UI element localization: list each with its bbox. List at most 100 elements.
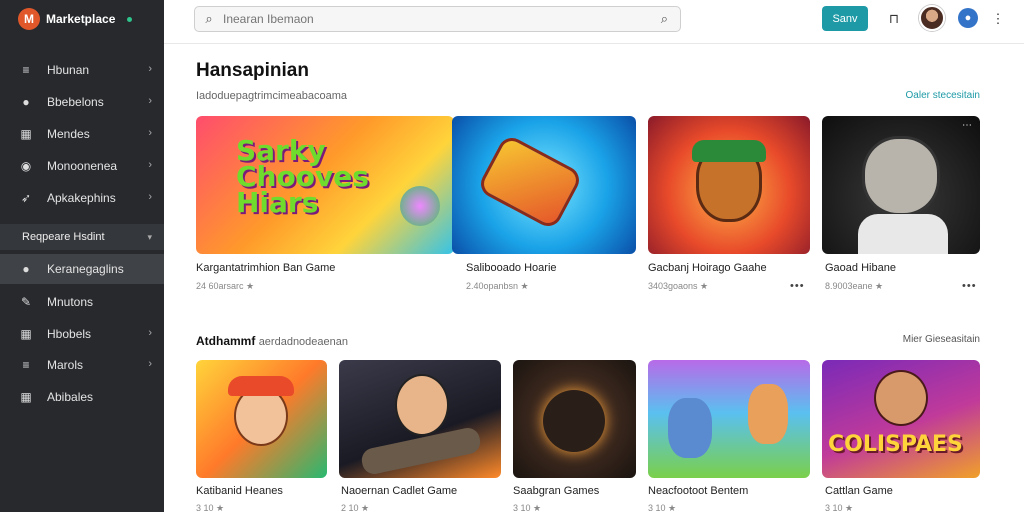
page-subtitle: Iadoduepagtrimcimeabacoama xyxy=(196,90,348,102)
see-all-link[interactable]: Mier Gieseasitain xyxy=(903,334,980,345)
search-input[interactable] xyxy=(223,12,643,26)
sidebar-item-5[interactable]: ➶ Apkakephins › xyxy=(0,183,164,213)
card-meta: 3403goaons ★ xyxy=(648,281,709,291)
card-title[interactable]: Katibanid Heanes xyxy=(196,485,283,497)
game-thumbnail[interactable] xyxy=(513,360,636,478)
card-meta: 8.9003eane ★ xyxy=(825,281,884,291)
card-meta: 2.40opanbsn ★ xyxy=(466,281,529,291)
chevron-right-icon: › xyxy=(148,358,152,370)
hat-decoration xyxy=(692,140,766,162)
thumbnail-title: COLISPAES xyxy=(828,432,963,457)
globe-icon: ◉ xyxy=(20,159,32,173)
sidebar-item-10[interactable]: ▦ Abibales xyxy=(0,382,164,412)
sidebar-item-8[interactable]: ▦ Hbobels › xyxy=(0,319,164,349)
game-thumbnail[interactable] xyxy=(648,360,810,478)
character-decoration xyxy=(395,374,449,436)
chevron-down-icon: ▾ xyxy=(147,231,152,242)
creature-decoration xyxy=(543,390,605,452)
section-title: Atdhammf xyxy=(196,334,256,348)
character-decoration xyxy=(862,136,940,216)
sidebar-item-label: Mendes xyxy=(47,127,90,141)
game-thumbnail[interactable]: Sarky Chooves Hiars xyxy=(196,116,454,254)
card-meta: 3 10 ★ xyxy=(196,503,225,512)
sidebar-item-label: Monoonenea xyxy=(47,159,118,173)
card-title[interactable]: Gacbanj Hoirago Gaahe xyxy=(648,262,767,274)
sidebar-item-2[interactable]: ● Bbebelons › xyxy=(0,87,164,117)
chevron-right-icon: › xyxy=(148,127,152,139)
brand[interactable]: M Marketplace xyxy=(18,8,133,30)
list-icon: ≡ xyxy=(22,63,30,77)
card-title[interactable]: Gaoad Hibane xyxy=(825,262,896,274)
sidebar-section-header[interactable]: Reqpeare Hsdint ▾ xyxy=(0,224,164,250)
sidebar-item-9[interactable]: ≡ Marols › xyxy=(0,350,164,380)
chevron-right-icon: › xyxy=(148,63,152,75)
rocket-icon: ➶ xyxy=(20,191,32,205)
more-options-icon[interactable]: ⋯ xyxy=(962,120,972,131)
game-thumbnail[interactable]: COLISPAES xyxy=(822,360,980,478)
sidebar-item-3[interactable]: ▦ Mendes › xyxy=(0,119,164,149)
topbar: ⌕ ⌕ Sanv ⊓ ● ⋮ xyxy=(164,0,1024,44)
card-meta: 3 10 ★ xyxy=(513,503,542,512)
sidebar-item-4[interactable]: ◉ Monoonenea › xyxy=(0,151,164,181)
card-meta: 3 10 ★ xyxy=(648,503,677,512)
search-icon: ⌕ xyxy=(205,11,213,26)
section-subtitle: aerdadnodeaenan xyxy=(258,336,348,348)
sidebar-item-label: Keranegaglins xyxy=(47,262,124,276)
grid-icon: ▦ xyxy=(20,390,32,404)
page-title: Hansapinian xyxy=(196,60,309,81)
card-title[interactable]: Cattlan Game xyxy=(825,485,893,497)
card-title[interactable]: Salibooado Hoarie xyxy=(466,262,557,274)
watch-decoration xyxy=(476,133,584,231)
bookmark-icon[interactable]: ⊓ xyxy=(884,9,904,29)
cap-decoration xyxy=(228,376,294,396)
app-window: M Marketplace ≡ Hbunan › ● Bbebelons › ▦… xyxy=(0,0,1024,512)
search-submit-icon[interactable]: ⌕ xyxy=(661,11,668,27)
gem-decoration xyxy=(400,186,440,226)
chevron-right-icon: › xyxy=(148,327,152,339)
more-options-icon[interactable]: ••• xyxy=(790,280,805,292)
sidebar-item-label: Marols xyxy=(47,358,84,372)
more-options-icon[interactable]: ••• xyxy=(962,280,977,292)
user-icon[interactable]: ● xyxy=(958,8,978,28)
status-dot-icon xyxy=(127,16,133,22)
game-thumbnail[interactable] xyxy=(452,116,636,254)
sidebar-item-label: Abibales xyxy=(47,390,94,404)
person-icon: ● xyxy=(22,262,30,276)
avatar[interactable] xyxy=(919,5,945,31)
see-all-link[interactable]: Oaler stecesitain xyxy=(906,90,980,101)
card-title[interactable]: Neacfootoot Bentem xyxy=(648,485,748,497)
brand-name: Marketplace xyxy=(46,12,116,26)
sidebar-section-label: Reqpeare Hsdint xyxy=(22,231,105,243)
card-title[interactable]: Saabgran Games xyxy=(513,485,599,497)
sidebar-item-label: Bbebelons xyxy=(47,95,104,109)
search-box[interactable]: ⌕ ⌕ xyxy=(194,6,681,32)
card-meta: 3 10 ★ xyxy=(825,503,854,512)
more-vertical-icon[interactable]: ⋮ xyxy=(988,9,1008,29)
character-decoration xyxy=(748,384,788,444)
sidebar-item-label: Hbobels xyxy=(47,327,92,341)
card-title[interactable]: Kargantatrimhion Ban Game xyxy=(196,262,335,274)
thumbnail-title: Sarky Chooves Hiars xyxy=(236,134,369,219)
card-meta: 2 10 ★ xyxy=(341,503,370,512)
sidebar-item-label: Mnutons xyxy=(47,295,94,309)
sidebar-item-6[interactable]: ● Keranegaglins xyxy=(0,254,164,284)
card-title[interactable]: Naoernan Cadlet Game xyxy=(341,485,457,497)
list-icon: ≡ xyxy=(22,358,30,372)
sidebar-item-label: Hbunan xyxy=(47,63,90,77)
brand-logo-icon: M xyxy=(18,8,40,30)
chevron-right-icon: › xyxy=(148,95,152,107)
chevron-right-icon: › xyxy=(148,159,152,171)
game-thumbnail[interactable]: ⋯ xyxy=(822,116,980,254)
tag-icon: ✎ xyxy=(20,295,32,309)
game-thumbnail[interactable] xyxy=(196,360,327,478)
shirt-decoration xyxy=(858,214,948,254)
section-header: Atdhammf aerdadnodeaenan xyxy=(196,334,348,348)
character-decoration xyxy=(874,370,928,426)
grid-icon: ▦ xyxy=(20,327,32,341)
sidebar-item-label: Apkakephins xyxy=(47,191,116,205)
game-thumbnail[interactable] xyxy=(648,116,810,254)
sidebar-item-7[interactable]: ✎ Mnutons xyxy=(0,287,164,317)
sidebar-item-1[interactable]: ≡ Hbunan › xyxy=(0,55,164,85)
game-thumbnail[interactable] xyxy=(339,360,501,478)
save-button[interactable]: Sanv xyxy=(822,6,868,31)
